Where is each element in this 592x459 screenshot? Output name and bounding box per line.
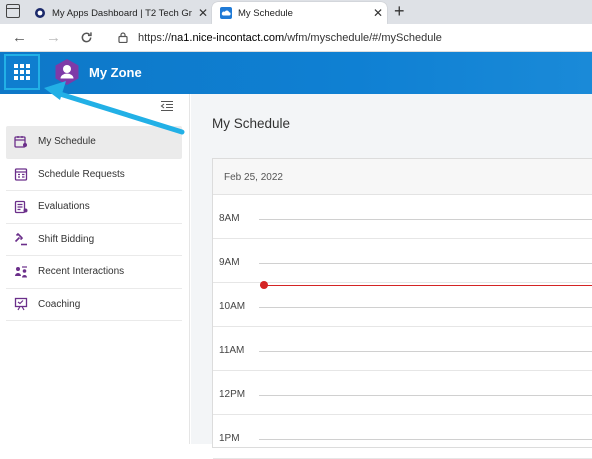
- hour-row: 1PM: [213, 415, 592, 459]
- hour-label: 9AM: [219, 257, 240, 268]
- url-host: na1.nice-incontact.com: [171, 32, 285, 44]
- cloud-favicon-icon: [220, 7, 232, 19]
- hour-label: 11AM: [219, 345, 245, 356]
- coaching-icon: [14, 298, 28, 311]
- collapse-sidebar-icon[interactable]: [160, 100, 174, 112]
- tab-title: My Schedule: [238, 7, 293, 19]
- hour-gridline: [259, 219, 592, 220]
- sidebar-item-label: Coaching: [38, 298, 81, 310]
- url-path: /wfm/myschedule/#/mySchedule: [284, 32, 442, 44]
- hour-label: 8AM: [219, 213, 240, 224]
- tab-close-icon[interactable]: ✕: [369, 6, 387, 20]
- evaluation-icon: [14, 200, 28, 213]
- sidebar-item-label: Shift Bidding: [38, 233, 95, 245]
- url-field[interactable]: https://na1.nice-incontact.com/wfm/mysch…: [138, 32, 442, 44]
- schedule-card: Feb 25, 2022 8AM 9AM 10AM 11AM 12PM 1PM: [212, 158, 592, 459]
- hour-gridline: [259, 307, 592, 308]
- schedule-date: Feb 25, 2022: [224, 172, 283, 183]
- main-content: My Schedule Feb 25, 2022 8AM 9AM 10AM 11…: [191, 94, 592, 459]
- back-arrow-icon[interactable]: ←: [12, 29, 27, 47]
- sidebar-menu: My Schedule Schedule Requests Evaluation…: [6, 126, 182, 321]
- sidebar-item-label: Recent Interactions: [38, 266, 125, 278]
- nice-favicon-icon: [35, 8, 45, 18]
- hour-row: 12PM: [213, 371, 592, 415]
- reload-icon[interactable]: [80, 31, 93, 44]
- hour-gridline: [259, 395, 592, 396]
- hour-row: 9AM: [213, 239, 592, 283]
- app-title: My Zone: [89, 65, 142, 80]
- hour-gridline: [259, 263, 592, 264]
- sidebar-item-label: Schedule Requests: [38, 168, 125, 180]
- hour-gridline: [259, 439, 592, 440]
- current-time-line: [260, 285, 592, 286]
- sidebar-item-my-schedule[interactable]: My Schedule: [6, 126, 182, 159]
- new-tab-button[interactable]: +: [394, 2, 405, 20]
- tab-actions-icon[interactable]: [6, 4, 20, 18]
- sidebar-item-label: My Schedule: [38, 136, 96, 148]
- date-header: Feb 25, 2022: [213, 159, 592, 195]
- hour-gridline: [259, 351, 592, 352]
- tab-close-icon[interactable]: ✕: [194, 6, 212, 20]
- sidebar: My Schedule Schedule Requests Evaluation…: [0, 94, 190, 444]
- browser-tab-my-schedule[interactable]: My Schedule ✕: [212, 2, 387, 24]
- hour-label: 10AM: [219, 301, 246, 312]
- gavel-icon: [14, 233, 27, 246]
- sidebar-item-evaluations[interactable]: Evaluations: [6, 191, 182, 224]
- sidebar-item-coaching[interactable]: Coaching: [6, 289, 182, 321]
- hour-row: 8AM: [213, 195, 592, 239]
- sidebar-item-recent-interactions[interactable]: Recent Interactions: [6, 256, 182, 289]
- hour-label: 1PM: [219, 433, 240, 444]
- calendar-list-icon: [14, 168, 28, 181]
- current-time-marker: [260, 281, 268, 289]
- forward-arrow-icon[interactable]: →: [46, 29, 61, 47]
- browser-tab-dashboard[interactable]: My Apps Dashboard | T2 Tech Gr ✕: [26, 2, 212, 24]
- browser-tab-strip: My Apps Dashboard | T2 Tech Gr ✕ My Sche…: [0, 0, 592, 24]
- grid-icon: [14, 64, 30, 80]
- sidebar-item-schedule-requests[interactable]: Schedule Requests: [6, 159, 182, 191]
- sidebar-item-label: Evaluations: [38, 201, 90, 213]
- calendar-person-icon: [14, 135, 27, 148]
- sidebar-item-shift-bidding[interactable]: Shift Bidding: [6, 224, 182, 256]
- hour-label: 12PM: [219, 389, 246, 400]
- hour-row: 11AM: [213, 327, 592, 371]
- app-header: My Zone: [0, 52, 592, 94]
- lock-icon: [118, 32, 128, 43]
- tab-title: My Apps Dashboard | T2 Tech Gr: [52, 7, 192, 19]
- app-launcher-button[interactable]: [4, 54, 40, 90]
- my-zone-logo-icon: [55, 59, 79, 85]
- url-scheme: https://: [138, 32, 172, 44]
- people-interaction-icon: [15, 266, 27, 278]
- address-bar: ← → https://na1.nice-incontact.com/wfm/m…: [0, 24, 592, 52]
- page-title: My Schedule: [212, 116, 291, 131]
- hour-row: 10AM: [213, 283, 592, 327]
